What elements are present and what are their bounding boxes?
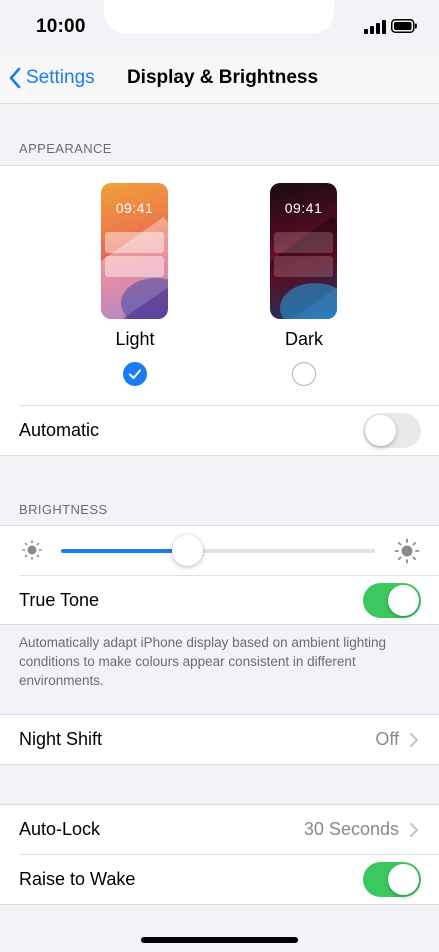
true-tone-toggle[interactable]	[363, 583, 421, 618]
true-tone-label: True Tone	[19, 590, 100, 610]
night-shift-label: Night Shift	[19, 729, 103, 749]
notch	[104, 0, 334, 34]
status-bar: 10:00	[0, 0, 439, 56]
light-preview-widget	[105, 256, 164, 277]
toggle-knob	[365, 415, 396, 446]
toggle-knob	[388, 585, 419, 616]
brightness-section-header: BRIGHTNESS	[19, 502, 108, 517]
lock-group: Auto-Lock 30 Seconds Raise to Wake	[0, 804, 439, 905]
automatic-toggle[interactable]	[363, 413, 421, 448]
night-shift-row[interactable]: Night Shift Off	[0, 715, 439, 764]
brightness-slider-thumb[interactable]	[172, 535, 203, 566]
true-tone-row: True Tone	[0, 576, 439, 625]
navigation-bar: Settings Display & Brightness	[0, 56, 439, 104]
checkmark-icon	[129, 369, 141, 379]
auto-lock-row[interactable]: Auto-Lock 30 Seconds	[0, 805, 439, 854]
dark-preview-widget	[274, 232, 333, 253]
dark-preview-widget	[274, 256, 333, 277]
raise-to-wake-row: Raise to Wake	[0, 855, 439, 904]
cellular-signal-icon	[364, 20, 386, 34]
dark-preview-time: 09:41	[284, 200, 323, 216]
light-mode-label: Light	[115, 329, 155, 349]
brightness-group: True Tone	[0, 525, 439, 625]
sun-max-icon	[394, 538, 420, 564]
auto-lock-label: Auto-Lock	[19, 819, 101, 839]
dark-mode-label: Dark	[284, 329, 323, 349]
raise-to-wake-toggle[interactable]	[363, 862, 421, 897]
automatic-row: Automatic	[0, 406, 439, 455]
dark-preview-image: 09:41	[270, 183, 337, 319]
appearance-group: 09:41 Light 09:41 Dark Automatic	[0, 165, 439, 456]
page-title: Display & Brightness	[126, 67, 319, 88]
battery-icon	[391, 19, 417, 33]
status-time: 10:00	[36, 16, 86, 37]
night-shift-group: Night Shift Off	[0, 714, 439, 765]
automatic-label: Automatic	[19, 420, 100, 440]
night-shift-value: Off	[375, 729, 399, 749]
appearance-section-header: APPEARANCE	[19, 141, 112, 156]
home-indicator	[141, 937, 298, 943]
brightness-slider-fill	[61, 549, 187, 553]
light-preview-image: 09:41	[101, 183, 168, 319]
chevron-right-icon	[410, 823, 418, 837]
light-preview-time: 09:41	[115, 200, 154, 216]
sun-min-icon	[22, 540, 42, 560]
dark-mode-radio[interactable]	[292, 362, 316, 386]
brightness-slider-row	[0, 526, 439, 575]
chevron-right-icon	[410, 733, 418, 747]
light-preview-widget	[105, 232, 164, 253]
light-mode-radio[interactable]	[123, 362, 147, 386]
brightness-slider[interactable]	[61, 535, 375, 566]
true-tone-footnote: Automatically adapt iPhone display based…	[19, 635, 386, 688]
toggle-knob	[388, 864, 419, 895]
raise-to-wake-label: Raise to Wake	[19, 869, 136, 889]
auto-lock-value: 30 Seconds	[303, 819, 399, 839]
